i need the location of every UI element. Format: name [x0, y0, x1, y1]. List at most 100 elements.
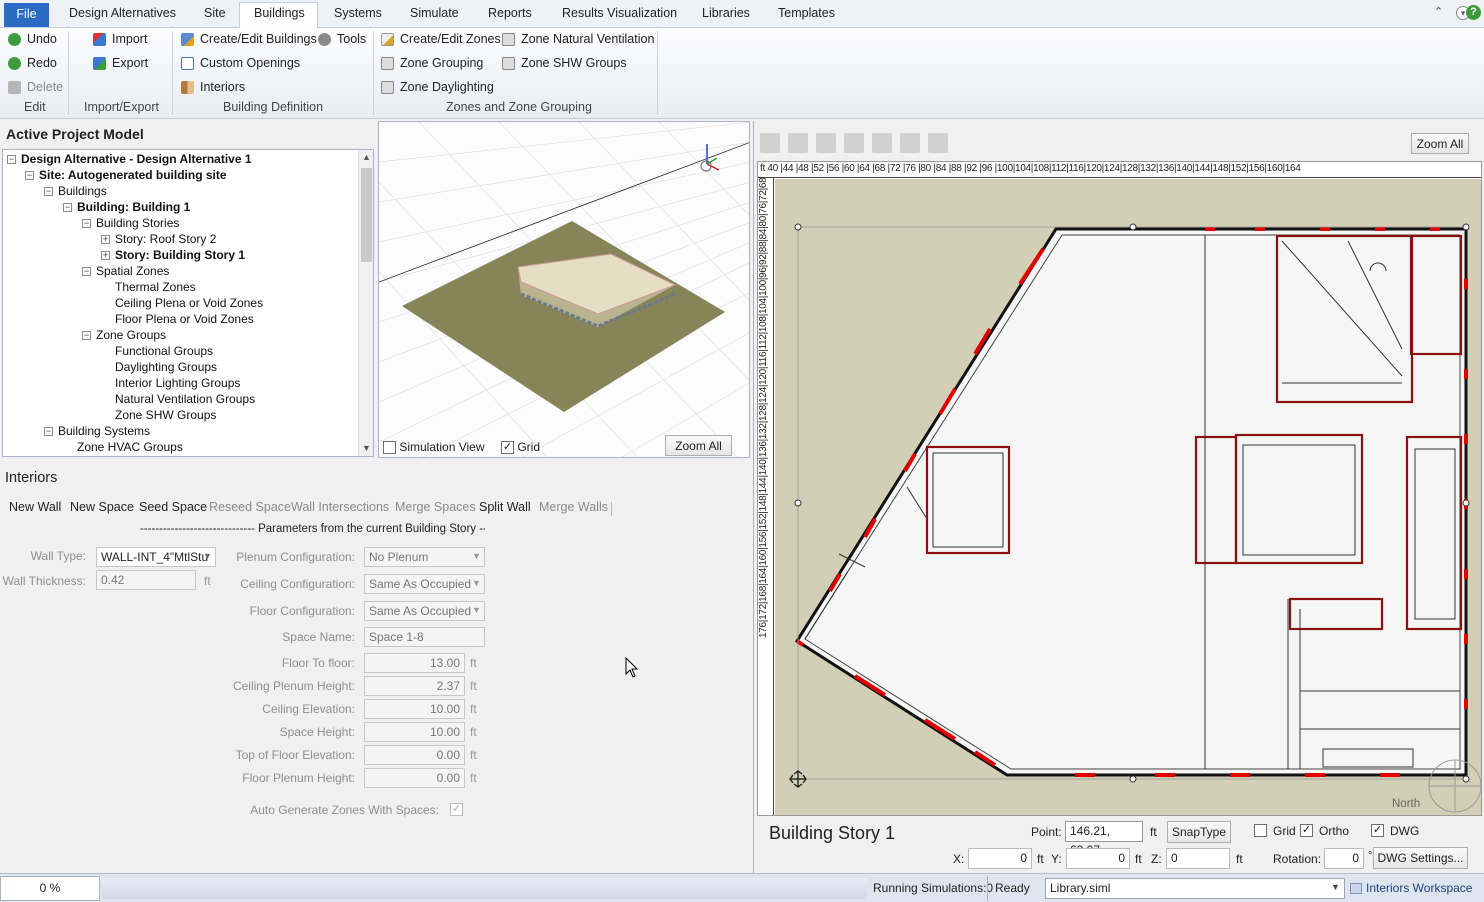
- tree-item[interactable]: − Site: Autogenerated building site: [25, 168, 227, 182]
- collapse-icon[interactable]: −: [44, 427, 53, 437]
- library-select[interactable]: Library.siml: [1045, 878, 1345, 899]
- delete-button[interactable]: Delete: [8, 80, 63, 94]
- tab-reports[interactable]: Reports: [488, 6, 532, 20]
- chevron-down-icon[interactable]: ▼: [472, 551, 481, 561]
- expand-icon[interactable]: +: [101, 235, 110, 245]
- draw-freeform-icon[interactable]: [928, 133, 948, 153]
- collapse-icon[interactable]: −: [44, 187, 53, 197]
- draw-l-shape-icon[interactable]: [788, 133, 808, 153]
- draw-u-shape-icon[interactable]: [872, 133, 892, 153]
- snap-type-button[interactable]: SnapType: [1167, 821, 1231, 843]
- plan-canvas[interactable]: ft 40 |44 |48 |52 |56 |60 |64 |68 |72 |7…: [757, 161, 1482, 816]
- x-input[interactable]: 0: [968, 848, 1032, 869]
- tree-item[interactable]: − Building Stories: [82, 216, 179, 230]
- tree-item[interactable]: + Story: Roof Story 2: [101, 232, 216, 246]
- create-edit-buildings-button[interactable]: Create/Edit Buildings: [181, 32, 317, 46]
- collapse-icon[interactable]: −: [25, 171, 34, 181]
- tree-item[interactable]: − Zone Groups: [82, 328, 166, 342]
- create-edit-zones-button[interactable]: Create/Edit Zones: [381, 32, 501, 46]
- tree-item[interactable]: + Story: Building Story 1: [101, 248, 245, 262]
- rotation-input[interactable]: 0: [1324, 848, 1364, 869]
- ortho-checkbox[interactable]: ✓: [1300, 824, 1313, 837]
- tree-item[interactable]: − Building: Building 1: [63, 200, 190, 214]
- merge-walls-button[interactable]: Merge Walls: [539, 500, 608, 514]
- tree-item[interactable]: Daylighting Groups: [101, 360, 217, 374]
- plenum-config-select[interactable]: No Plenum: [364, 547, 485, 567]
- tree-item[interactable]: Zone HVAC Groups: [63, 440, 183, 454]
- seed-space-button[interactable]: Seed Space: [139, 500, 207, 514]
- scroll-down-icon[interactable]: ▼: [362, 443, 371, 453]
- help-icon[interactable]: ?: [1466, 5, 1481, 20]
- zoom-all-3d-button[interactable]: Zoom All: [665, 435, 732, 456]
- simulation-view-toggle[interactable]: Simulation View: [383, 440, 485, 455]
- tree-item[interactable]: Thermal Zones: [101, 280, 196, 294]
- tree-scrollbar[interactable]: ▲ ▼: [358, 150, 373, 456]
- grid-checkbox-plan[interactable]: [1254, 824, 1267, 837]
- tree-item[interactable]: Floor Plena or Void Zones: [101, 312, 254, 326]
- merge-spaces-button[interactable]: Merge Spaces: [395, 500, 476, 514]
- tree-item[interactable]: − Buildings: [44, 184, 107, 198]
- export-button[interactable]: Export: [93, 56, 148, 70]
- tab-design-alternatives[interactable]: Design Alternatives: [69, 6, 176, 20]
- collapse-ribbon-icon[interactable]: ⌃: [1434, 5, 1443, 18]
- dwg-checkbox[interactable]: ✓: [1371, 824, 1384, 837]
- top-floor-elevation-input[interactable]: 0.00: [364, 745, 465, 765]
- tree-item[interactable]: − Design Alternative - Design Alternative…: [7, 152, 252, 166]
- tab-templates[interactable]: Templates: [778, 6, 835, 20]
- collapse-icon[interactable]: −: [7, 155, 16, 165]
- floor-to-floor-input[interactable]: 13.00: [364, 653, 465, 673]
- chevron-down-icon[interactable]: ▼: [1331, 882, 1340, 892]
- zone-daylighting-button[interactable]: Zone Daylighting: [381, 80, 494, 94]
- expand-icon[interactable]: +: [101, 251, 110, 261]
- collapse-icon[interactable]: −: [82, 331, 91, 341]
- tab-simulate[interactable]: Simulate: [410, 6, 459, 20]
- new-space-button[interactable]: New Space: [70, 500, 134, 514]
- draw-wall-icon[interactable]: [760, 133, 780, 153]
- ceiling-elevation-input[interactable]: 10.00: [364, 699, 465, 719]
- collapse-icon[interactable]: −: [63, 203, 72, 213]
- zone-grouping-button[interactable]: Zone Grouping: [381, 56, 483, 70]
- ceiling-config-select[interactable]: Same As Occupied: [364, 574, 485, 594]
- scrollbar-thumb[interactable]: [361, 168, 372, 262]
- grid-checkbox-3d[interactable]: ✓: [501, 441, 514, 455]
- y-input[interactable]: 0: [1066, 848, 1130, 869]
- collapse-icon[interactable]: −: [82, 219, 91, 229]
- redo-button[interactable]: Redo: [8, 56, 57, 70]
- tree-item[interactable]: − Building Systems: [44, 424, 150, 438]
- split-wall-button[interactable]: Split Wall: [479, 500, 531, 514]
- tab-libraries[interactable]: Libraries: [702, 6, 750, 20]
- zone-natural-ventilation-button[interactable]: Zone Natural Ventilation: [502, 32, 654, 46]
- tree-item[interactable]: − Spatial Zones: [82, 264, 169, 278]
- new-wall-button[interactable]: New Wall: [9, 500, 61, 514]
- simulation-view-checkbox[interactable]: [383, 441, 396, 455]
- interiors-button[interactable]: Interiors: [181, 80, 245, 94]
- wall-type-select[interactable]: WALL-INT_4"MtlStu: [96, 547, 216, 567]
- undo-button[interactable]: Undo: [8, 32, 57, 46]
- z-input[interactable]: 0: [1166, 848, 1230, 869]
- space-height-input[interactable]: 10.00: [364, 722, 465, 742]
- floor-plenum-height-input[interactable]: 0.00: [364, 768, 465, 788]
- tree-item[interactable]: Interior Lighting Groups: [101, 376, 240, 390]
- file-menu[interactable]: File: [4, 3, 49, 27]
- grid-toggle-3d[interactable]: ✓ Grid: [501, 440, 540, 455]
- tree-item[interactable]: Ceiling Plena or Void Zones: [101, 296, 263, 310]
- reseed-space-button[interactable]: Reseed Space: [209, 500, 291, 514]
- scroll-up-icon[interactable]: ▲: [362, 152, 371, 162]
- import-button[interactable]: Import: [93, 32, 147, 46]
- chevron-down-icon[interactable]: ▼: [472, 605, 481, 615]
- wall-intersections-button[interactable]: Wall Intersections: [291, 500, 389, 514]
- draw-t-shape-icon[interactable]: [900, 133, 920, 153]
- tab-results-visualization[interactable]: Results Visualization: [562, 6, 677, 20]
- view-3d[interactable]: Simulation View ✓ Grid Zoom All: [378, 121, 750, 458]
- tools-button[interactable]: Tools: [318, 32, 366, 46]
- ceiling-plenum-height-input[interactable]: 2.37: [364, 676, 465, 696]
- tab-systems[interactable]: Systems: [334, 6, 382, 20]
- project-tree[interactable]: − Design Alternative - Design Alternative…: [2, 149, 374, 457]
- tree-item[interactable]: Functional Groups: [101, 344, 213, 358]
- space-name-input[interactable]: Space 1-8: [364, 627, 485, 647]
- auto-generate-checkbox[interactable]: ✓: [450, 803, 463, 816]
- tree-item[interactable]: Natural Ventilation Groups: [101, 392, 255, 406]
- tree-item[interactable]: Zone SHW Groups: [101, 408, 216, 422]
- interiors-workspace-label[interactable]: Interiors Workspace: [1366, 881, 1472, 895]
- zone-shw-groups-button[interactable]: Zone SHW Groups: [502, 56, 627, 70]
